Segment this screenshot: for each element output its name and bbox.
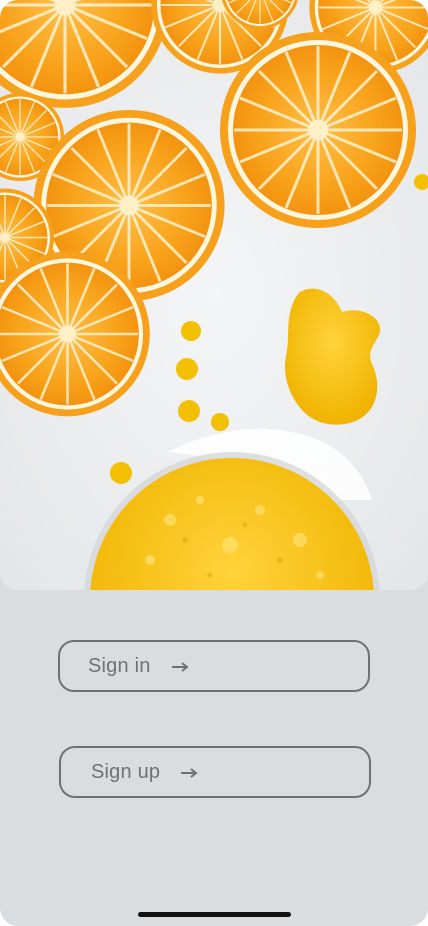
hero-image (0, 0, 428, 590)
arrow-right-icon (180, 766, 198, 778)
sign-in-label: Sign in (88, 654, 151, 677)
screen: Sign in Sign up (0, 0, 428, 926)
sign-up-label: Sign up (91, 760, 161, 783)
sign-up-button[interactable]: Sign up (59, 746, 371, 798)
sign-in-button[interactable]: Sign in (58, 640, 370, 692)
arrow-right-icon (171, 660, 189, 672)
home-indicator (138, 912, 291, 917)
